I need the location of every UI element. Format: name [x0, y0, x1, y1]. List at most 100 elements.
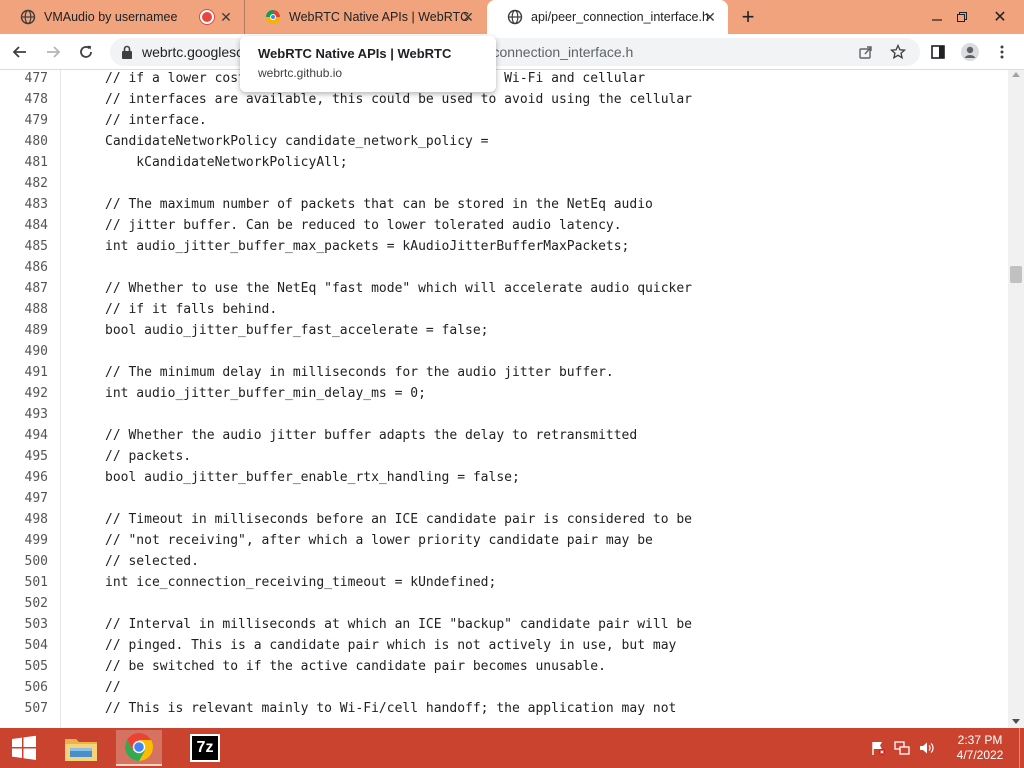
- profile-avatar-icon[interactable]: [958, 40, 982, 64]
- close-tab-icon[interactable]: ✕: [460, 9, 476, 25]
- tab-peer-connection-interface[interactable]: api/peer_connection_interface.h ✕: [487, 0, 728, 34]
- forward-button[interactable]: [41, 40, 65, 64]
- taskbar: 7z 2:37 PM 4/7/2022: [0, 728, 1024, 768]
- show-desktop-button[interactable]: [1019, 728, 1024, 768]
- url-text: webrtc.googlesc: [142, 44, 244, 60]
- line-number: 496: [24, 470, 48, 485]
- scroll-down-arrow-icon[interactable]: [1012, 719, 1020, 724]
- line-number: 490: [24, 344, 48, 359]
- close-tab-icon[interactable]: ✕: [218, 9, 234, 25]
- scrollbar-thumb[interactable]: [1010, 266, 1022, 284]
- code-text: // The minimum delay in milliseconds for…: [105, 365, 614, 380]
- code-text: // if it falls behind.: [105, 302, 278, 317]
- new-tab-button[interactable]: +: [736, 4, 760, 29]
- line-number: 499: [24, 533, 48, 548]
- code-line: 493: [0, 404, 1008, 425]
- address-bar[interactable]: webrtc.googlesc r_connection_interface.h: [110, 38, 920, 66]
- line-number: 478: [24, 92, 48, 107]
- restore-button[interactable]: [945, 0, 979, 34]
- back-button[interactable]: [8, 40, 32, 64]
- code-line: 500 // selected.: [0, 551, 1008, 572]
- taskbar-chrome[interactable]: [116, 730, 162, 766]
- lock-icon[interactable]: [120, 44, 134, 60]
- code-text: bool audio_jitter_buffer_enable_rtx_hand…: [105, 470, 520, 485]
- line-number: 502: [24, 596, 48, 611]
- action-center-flag-icon[interactable]: [870, 740, 886, 756]
- share-icon[interactable]: [854, 40, 878, 64]
- code-text: // "not receiving", after which a lower …: [105, 533, 653, 548]
- code-line: 480 CandidateNetworkPolicy candidate_netw…: [0, 131, 1008, 152]
- bookmark-star-icon[interactable]: [886, 40, 910, 64]
- close-window-button[interactable]: ✕: [983, 0, 1017, 34]
- code-text: bool audio_jitter_buffer_fast_accelerate…: [105, 323, 489, 338]
- code-text: int audio_jitter_buffer_max_packets = kA…: [105, 239, 630, 254]
- recording-indicator-icon: [200, 10, 214, 24]
- browser-menu-icon[interactable]: [990, 40, 1014, 64]
- tab-webrtc-native-apis[interactable]: WebRTC Native APIs | WebRTC ✕: [244, 0, 486, 34]
- code-text: // Whether the audio jitter buffer adapt…: [105, 428, 638, 443]
- line-number: 488: [24, 302, 48, 317]
- code-text: // pinged. This is a candidate pair whic…: [105, 638, 677, 653]
- 7zip-icon: 7z: [190, 734, 220, 762]
- vertical-scrollbar[interactable]: [1008, 70, 1024, 728]
- code-line: 486: [0, 257, 1008, 278]
- line-number: 505: [24, 659, 48, 674]
- code-text: int ice_connection_receiving_timeout = k…: [105, 575, 497, 590]
- code-text: // be switched to if the active candidat…: [105, 659, 606, 674]
- side-panel-icon[interactable]: [926, 40, 950, 64]
- code-line: 488 // if it falls behind.: [0, 299, 1008, 320]
- scroll-up-arrow-icon[interactable]: [1012, 72, 1020, 77]
- 7zip-icon-label: 7z: [196, 739, 214, 756]
- code-line: 477// if a lower cost network is availab…: [0, 70, 1008, 89]
- tab-hover-card: WebRTC Native APIs | WebRTC webrtc.githu…: [240, 36, 496, 92]
- line-number: 481: [24, 155, 48, 170]
- line-number: 495: [24, 449, 48, 464]
- line-number: 477: [24, 71, 48, 86]
- close-tab-icon[interactable]: ✕: [702, 9, 718, 25]
- code-line: 496 bool audio_jitter_buffer_enable_rtx_h…: [0, 467, 1008, 488]
- taskbar-clock[interactable]: 2:37 PM 4/7/2022: [945, 733, 1015, 763]
- tab-title: WebRTC Native APIs | WebRTC: [289, 10, 470, 24]
- taskbar-7zip[interactable]: 7z: [182, 730, 228, 766]
- code-text: // packets.: [105, 449, 192, 464]
- hover-card-title: WebRTC Native APIs | WebRTC: [258, 46, 452, 61]
- start-button[interactable]: [0, 728, 48, 768]
- clock-date: 4/7/2022: [956, 748, 1004, 762]
- code-line: 484 // jitter buffer. Can be reduced to l…: [0, 215, 1008, 236]
- line-number: 479: [24, 113, 48, 128]
- code-line: 501 int ice_connection_receiving_timeout …: [0, 572, 1008, 593]
- code-text: // jitter buffer. Can be reduced to lowe…: [105, 218, 622, 233]
- line-number: 504: [24, 638, 48, 653]
- line-number: 485: [24, 239, 48, 254]
- taskbar-file-explorer[interactable]: [58, 730, 104, 766]
- code-line: 507 // This is relevant mainly to Wi-Fi/c…: [0, 698, 1008, 719]
- tab-title: VMAudio by usernamee: [44, 10, 178, 24]
- tab-title: api/peer_connection_interface.h: [531, 10, 709, 24]
- browser-toolbar: webrtc.googlesc r_connection_interface.h: [0, 34, 1024, 70]
- tab-vmaudio[interactable]: VMAudio by usernamee ✕: [0, 0, 244, 34]
- code-text: // selected.: [105, 554, 199, 569]
- code-text: //: [105, 680, 121, 695]
- line-number: 486: [24, 260, 48, 275]
- network-icon[interactable]: [894, 740, 910, 756]
- chrome-icon: [125, 733, 153, 761]
- code-line: 490: [0, 341, 1008, 362]
- webrtc-logo-icon: [265, 9, 281, 25]
- line-number: 484: [24, 218, 48, 233]
- code-line: 492 int audio_jitter_buffer_min_delay_ms …: [0, 383, 1008, 404]
- code-text: // Interval in milliseconds at which an …: [105, 617, 692, 632]
- code-text: // The maximum number of packets that ca…: [105, 197, 653, 212]
- line-number: 483: [24, 197, 48, 212]
- reload-button[interactable]: [74, 40, 98, 64]
- folder-icon: [65, 739, 97, 761]
- code-line: 504 // pinged. This is a candidate pair w…: [0, 635, 1008, 656]
- source-code-view: 477// if a lower cost network is availab…: [0, 70, 1008, 728]
- code-line: 482: [0, 173, 1008, 194]
- code-text: CandidateNetworkPolicy candidate_network…: [105, 134, 489, 149]
- code-line: 505 // be switched to if the active candi…: [0, 656, 1008, 677]
- url-text-tail: r_connection_interface.h: [480, 44, 634, 60]
- code-line: 485 int audio_jitter_buffer_max_packets =…: [0, 236, 1008, 257]
- code-line: 506 //: [0, 677, 1008, 698]
- volume-icon[interactable]: [918, 740, 934, 756]
- code-line: 483 // The maximum number of packets that…: [0, 194, 1008, 215]
